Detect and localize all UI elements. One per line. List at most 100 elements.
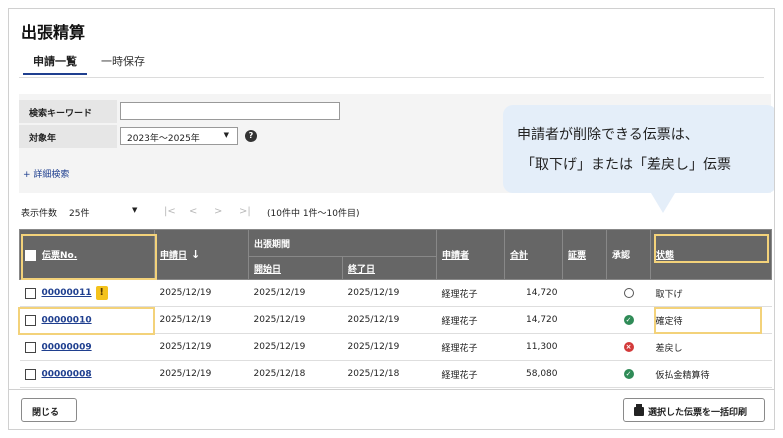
header-period: 出張期間 [247, 229, 438, 257]
header-status[interactable]: 状態 [650, 229, 773, 280]
tab-temporary-save[interactable]: 一時保存 [101, 53, 145, 69]
approval-cell: ✓ [606, 360, 651, 388]
page-title: 出張精算 [21, 23, 86, 42]
total-cell: 14,720 [504, 306, 563, 334]
header-total[interactable]: 合計 [504, 229, 564, 280]
table-row: 00000009 2025/12/19 2025/12/19 2025/12/1… [19, 333, 772, 361]
per-page-select[interactable]: 25件 ▼ [69, 206, 145, 219]
evidence-cell [562, 360, 607, 388]
approval-cell: × [606, 333, 651, 361]
slip-link[interactable]: 00000009 [42, 342, 92, 352]
evidence-cell [562, 279, 607, 307]
first-page-icon[interactable]: |< [164, 206, 176, 217]
pager-status: (10件中 1件～10件目) [267, 209, 360, 219]
approval-cell: ✓ [606, 306, 651, 334]
warning-icon: ! [95, 286, 108, 300]
apply-date-cell: 2025/12/19 [154, 360, 249, 388]
header-status-label: 状態 [656, 251, 675, 261]
slip-link[interactable]: 00000011 [42, 288, 92, 298]
header-approval: 承認 [606, 229, 652, 280]
row-checkbox[interactable] [24, 314, 36, 326]
year-select[interactable]: 2023年～2025年 ▼ [120, 127, 238, 145]
callout-line-2: 「取下げ」または「差戻し」伝票 [521, 157, 731, 173]
total-cell: 58,080 [504, 360, 563, 388]
end-date-cell: 2025/12/19 [342, 306, 437, 334]
header-slip-no[interactable]: 伝票No. [19, 229, 155, 280]
caret-down-icon: ▼ [132, 206, 138, 214]
keyword-label: 検索キーワード [19, 100, 117, 123]
approval-cell [606, 279, 651, 307]
annotation-callout: 申請者が削除できる伝票は、 「取下げ」または「差戻し」伝票 [503, 105, 774, 213]
row-checkbox[interactable] [24, 287, 36, 299]
printer-icon [634, 404, 644, 416]
row-checkbox[interactable] [24, 368, 36, 380]
header-evidence-label: 証票 [568, 251, 587, 261]
header-slip-no-label: 伝票No. [42, 251, 78, 261]
evidence-cell [562, 306, 607, 334]
keyword-input[interactable] [120, 102, 340, 120]
start-date-cell: 2025/12/19 [248, 306, 343, 334]
slip-link[interactable]: 00000010 [42, 315, 92, 325]
status-cell: 差戻し [650, 333, 772, 361]
check-icon: ✓ [623, 314, 634, 325]
check-icon: ✓ [623, 368, 634, 379]
applicant-cell: 経理花子 [436, 279, 505, 307]
header-start-date[interactable]: 開始日 [248, 256, 343, 280]
year-label: 対象年 [19, 125, 117, 148]
end-date-cell: 2025/12/18 [342, 360, 437, 388]
select-all-checkbox[interactable] [25, 250, 36, 261]
table-row: 00000008 2025/12/19 2025/12/18 2025/12/1… [19, 360, 772, 388]
header-applicant-label: 申請者 [442, 251, 470, 261]
start-date-cell: 2025/12/19 [248, 333, 343, 361]
pager: 表示件数 25件 ▼ |< < > >| (10件中 1件～10件目) [21, 206, 381, 222]
per-page-value: 25件 [69, 209, 90, 219]
tab-application-list[interactable]: 申請一覧 [23, 53, 87, 75]
header-end-date[interactable]: 終了日 [341, 256, 438, 280]
start-date-cell: 2025/12/18 [248, 360, 343, 388]
table-row: 00000010 2025/12/19 2025/12/19 2025/12/1… [19, 306, 772, 334]
last-page-icon[interactable]: >| [239, 206, 251, 217]
row-checkbox[interactable] [24, 341, 36, 353]
status-cell: 確定待 [650, 306, 772, 334]
next-page-icon[interactable]: > [214, 206, 222, 217]
apply-date-cell: 2025/12/19 [154, 306, 249, 334]
footer-bar: 閉じる 選択した伝票を一括印刷 [9, 389, 774, 429]
header-apply-date-label: 申請日 [160, 251, 188, 261]
table-row: 00000011! 2025/12/19 2025/12/19 2025/12/… [19, 279, 772, 307]
circle-outline-icon [623, 287, 634, 298]
total-cell: 14,720 [504, 279, 563, 307]
start-date-cell: 2025/12/19 [248, 279, 343, 307]
help-icon[interactable]: ? [245, 130, 257, 142]
header-apply-date[interactable]: 申請日 ↓ [154, 229, 249, 280]
x-icon: × [623, 341, 634, 352]
prev-page-icon[interactable]: < [189, 206, 197, 217]
bulk-print-label: 選択した伝票を一括印刷 [648, 408, 748, 418]
close-button[interactable]: 閉じる [21, 398, 77, 422]
evidence-cell [562, 333, 607, 361]
total-cell: 11,300 [504, 333, 563, 361]
apply-date-cell: 2025/12/19 [154, 333, 249, 361]
applicant-cell: 経理花子 [436, 333, 505, 361]
year-select-value: 2023年～2025年 [127, 134, 200, 144]
caret-down-icon: ▼ [223, 131, 229, 139]
header-start-date-label: 開始日 [254, 264, 282, 275]
slip-link[interactable]: 00000008 [42, 369, 92, 379]
status-cell: 仮払金精算待 [650, 360, 772, 388]
end-date-cell: 2025/12/19 [342, 333, 437, 361]
applicant-cell: 経理花子 [436, 306, 505, 334]
advanced-search-link[interactable]: + 詳細検索 [23, 167, 69, 180]
header-evidence[interactable]: 証票 [562, 229, 608, 280]
status-cell: 取下げ [650, 279, 772, 307]
header-end-date-label: 終了日 [348, 264, 376, 275]
applicant-cell: 経理花子 [436, 360, 505, 388]
slip-table: 伝票No. 申請日 ↓ 出張期間 申請者 合計 証票 承認 状態 開始日 終了日 … [19, 229, 773, 388]
sort-down-icon: ↓ [191, 248, 201, 261]
app-frame: 出張精算 申請一覧 一時保存 検索キーワード 対象年 2023年～2025年 ▼… [8, 8, 775, 430]
apply-date-cell: 2025/12/19 [154, 279, 249, 307]
bulk-print-button[interactable]: 選択した伝票を一括印刷 [623, 398, 765, 422]
header-applicant[interactable]: 申請者 [436, 229, 506, 280]
tab-divider [19, 77, 764, 78]
per-page-label: 表示件数 [21, 209, 58, 219]
end-date-cell: 2025/12/19 [342, 279, 437, 307]
header-total-label: 合計 [510, 251, 529, 261]
